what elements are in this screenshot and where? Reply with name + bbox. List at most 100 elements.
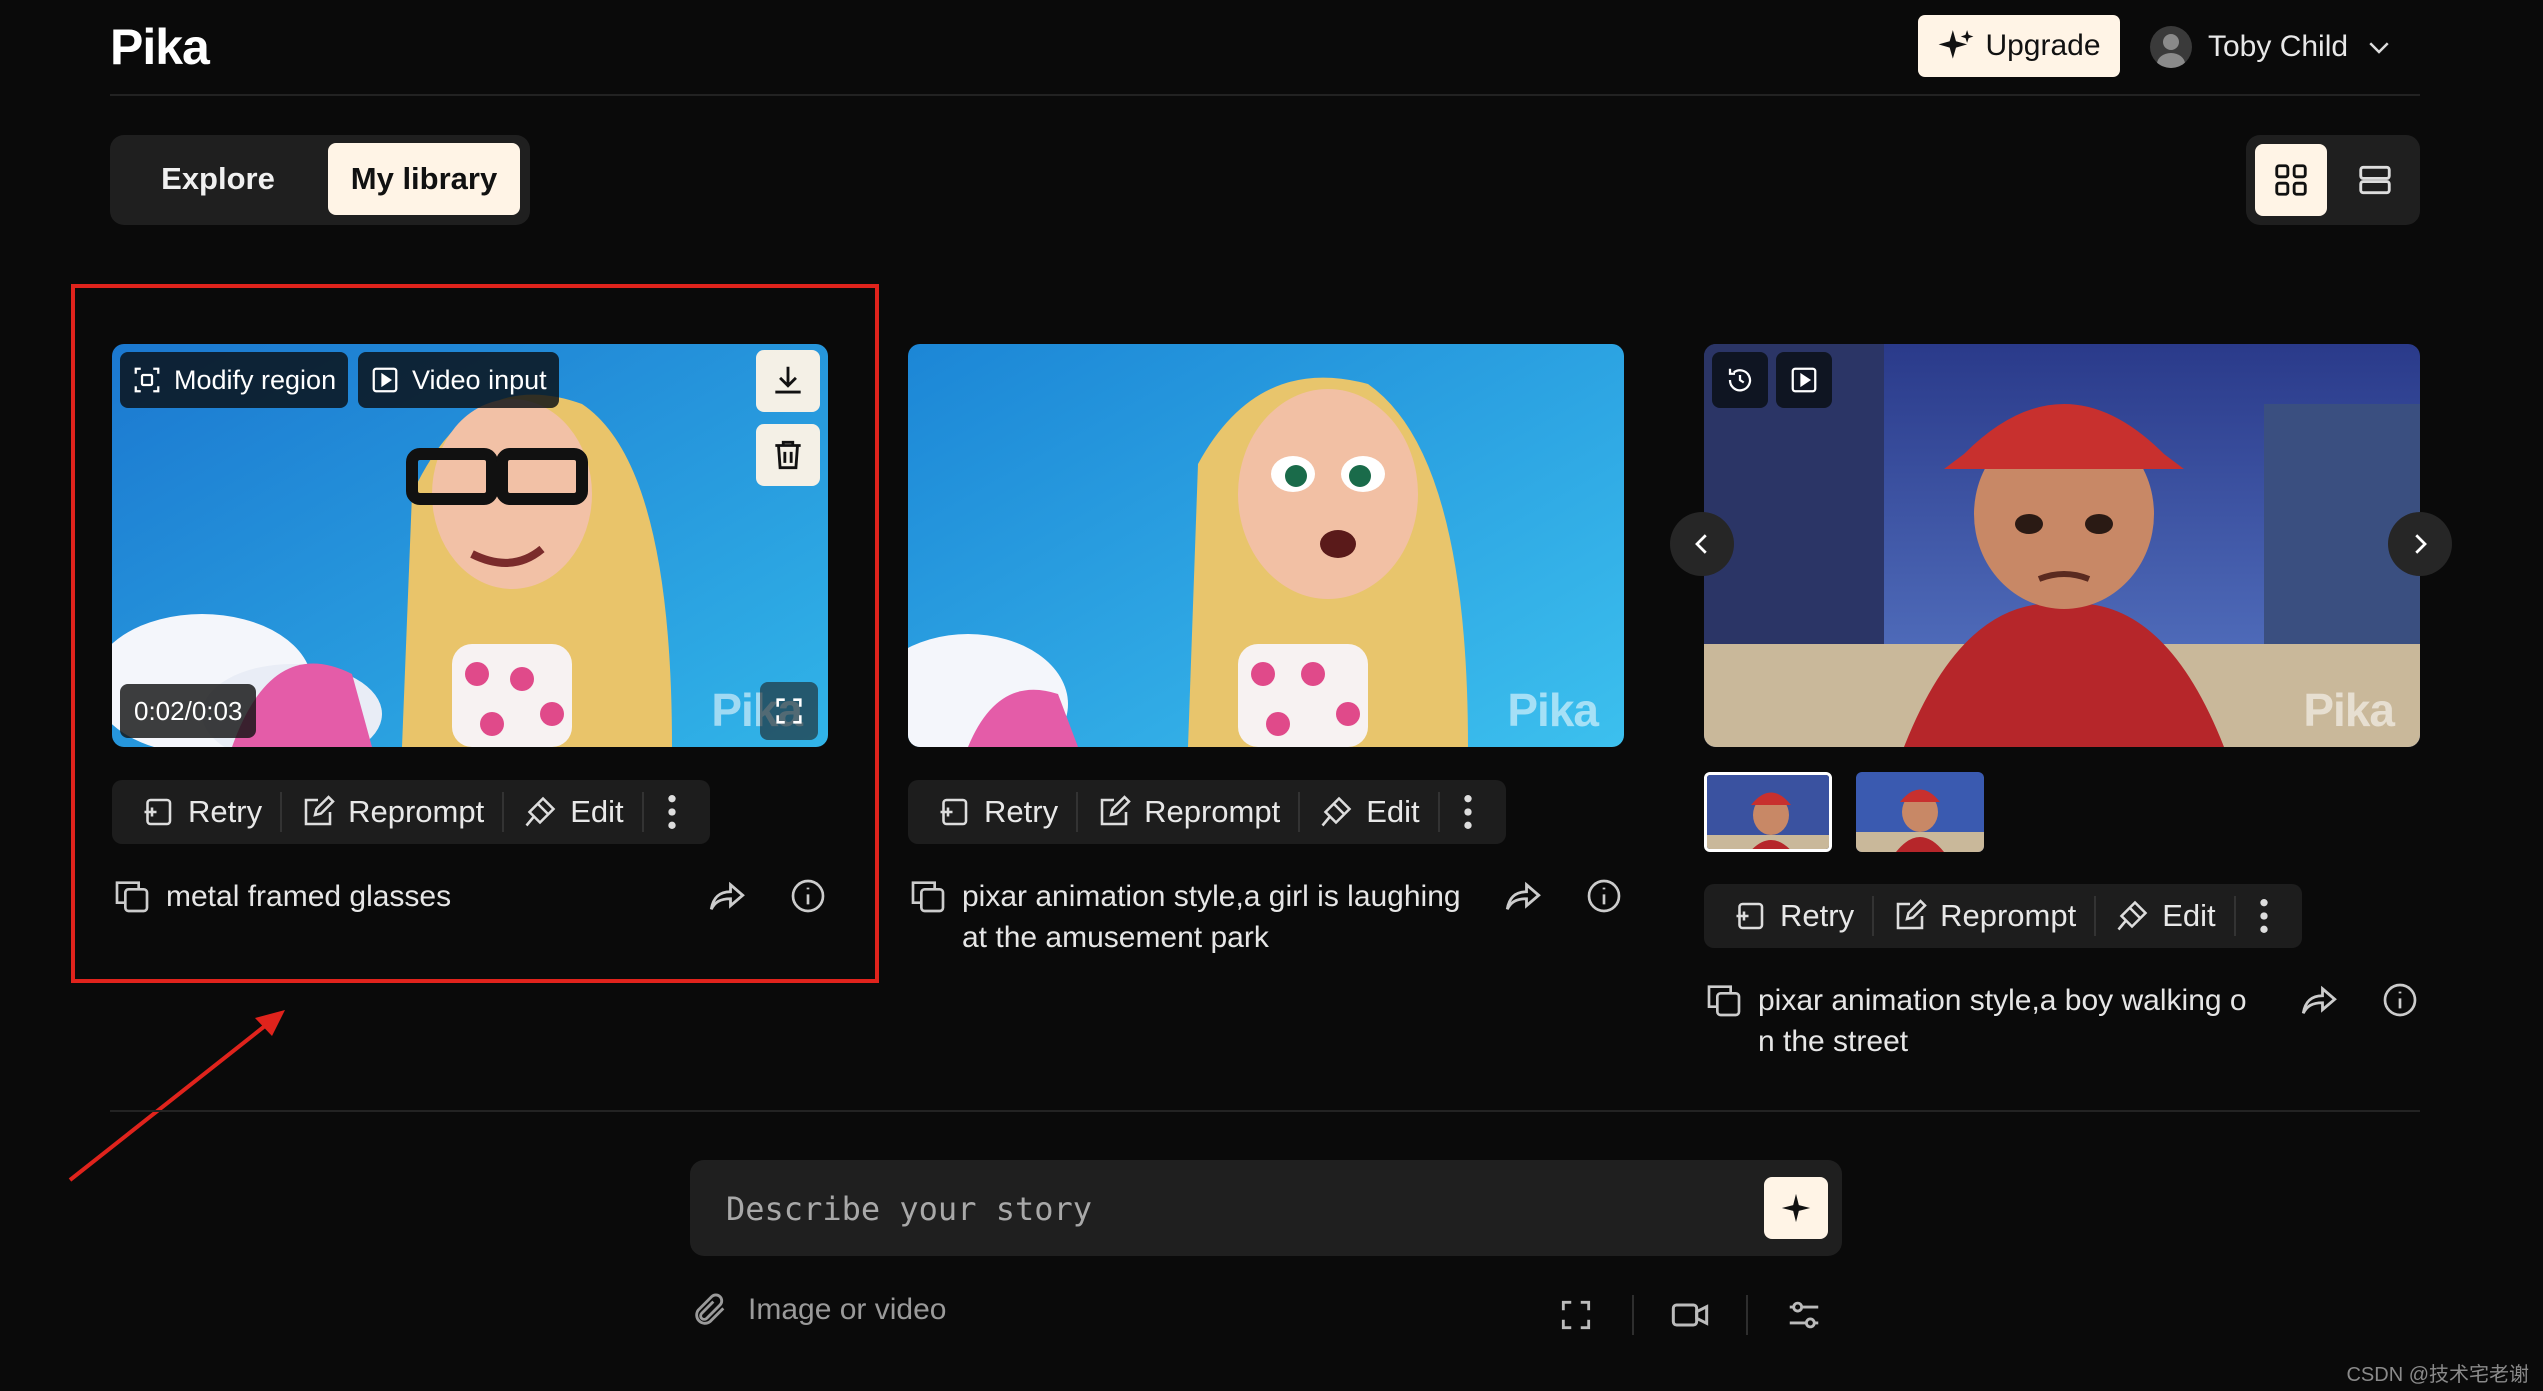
more-options-button[interactable] [644, 792, 700, 832]
previous-button[interactable] [1670, 512, 1734, 576]
prompt-line-2: n the street [1758, 1025, 1909, 1058]
more-options-button[interactable] [2236, 896, 2292, 936]
reprompt-button[interactable]: Reprompt [1874, 884, 2094, 948]
generate-button[interactable] [1764, 1177, 1828, 1239]
copy-icon[interactable] [908, 876, 948, 916]
edit-button[interactable]: Edit [2096, 884, 2233, 948]
grid-view-button[interactable] [2255, 144, 2327, 216]
retry-button[interactable]: Retry [122, 780, 280, 844]
prompt-actions-3 [2298, 980, 2420, 1022]
card-actions-3: Retry Reprompt Edit [1704, 884, 2302, 948]
retry-button[interactable]: Retry [1714, 884, 1872, 948]
paperclip-icon [690, 1290, 730, 1330]
info-icon[interactable] [788, 876, 828, 918]
upgrade-label: Upgrade [1985, 29, 2101, 62]
history-icon [1725, 365, 1755, 395]
edit-pencil-icon [1892, 898, 1928, 934]
attach-media-button[interactable]: Image or video [690, 1290, 946, 1330]
history-button[interactable] [1712, 352, 1768, 408]
camera-control-button[interactable] [1654, 1287, 1726, 1343]
source-watermark: CSDN @技术宅老谢 [2346, 1364, 2529, 1386]
copy-icon[interactable] [1704, 980, 1744, 1020]
reprompt-button[interactable]: Reprompt [282, 780, 502, 844]
retry-label: Retry [188, 794, 263, 829]
video-thumbnail-2[interactable]: Pika [908, 344, 1624, 747]
video-input-button[interactable] [1776, 352, 1832, 408]
user-menu[interactable]: Toby Child [2150, 22, 2394, 72]
frame-icon [1557, 1296, 1595, 1334]
download-button[interactable] [756, 350, 820, 412]
prompt-actions-2 [1502, 876, 1624, 918]
video-camera-icon [1670, 1295, 1710, 1335]
pika-logo[interactable]: Pika [110, 18, 210, 76]
edit-label: Edit [570, 794, 624, 829]
prompt-line-1: pixar animation style,a boy walking o [1758, 984, 2247, 1017]
retry-button[interactable]: Retry [918, 780, 1076, 844]
pika-watermark: Pika [2303, 684, 2395, 736]
aspect-ratio-button[interactable] [1540, 1287, 1612, 1343]
reprompt-button[interactable]: Reprompt [1078, 780, 1298, 844]
prompt-line-2: at the amusement park [962, 921, 1269, 954]
play-square-icon [370, 365, 400, 395]
chevron-left-icon [1687, 529, 1717, 559]
edit-button[interactable]: Edit [504, 780, 641, 844]
sparkle-icon [1779, 1191, 1813, 1225]
next-button[interactable] [2388, 512, 2452, 576]
more-vertical-icon [1460, 792, 1476, 832]
prompt-actions-1 [706, 876, 828, 918]
card-actions-1: Retry Reprompt Edit [112, 780, 710, 844]
magic-brush-icon [1318, 794, 1354, 830]
more-options-button[interactable] [1440, 792, 1496, 832]
modify-region-button[interactable]: Modify region [120, 352, 349, 408]
retry-icon [1732, 898, 1768, 934]
chevron-right-icon [2405, 529, 2435, 559]
prompt-text: metal framed glasses [166, 880, 452, 913]
retry-label: Retry [1780, 898, 1855, 933]
share-icon[interactable] [706, 876, 748, 918]
delete-button[interactable] [756, 424, 820, 486]
tab-explore[interactable]: Explore [118, 143, 318, 215]
library-tabs: Explore My library [110, 135, 530, 225]
list-icon [2356, 161, 2394, 199]
view-toggle [2246, 135, 2420, 225]
tab-my-library[interactable]: My library [328, 143, 520, 215]
edit-button[interactable]: Edit [1300, 780, 1437, 844]
retry-icon [140, 794, 176, 830]
reprompt-label: Reprompt [1940, 898, 2077, 933]
prompt-row-1: metal framed glasses [112, 876, 582, 917]
fullscreen-icon [772, 694, 806, 728]
parameters-button[interactable] [1768, 1287, 1840, 1343]
story-prompt-input[interactable] [724, 1182, 1728, 1236]
video-input-button[interactable]: Video input [358, 352, 559, 408]
copy-icon[interactable] [112, 876, 152, 916]
more-vertical-icon [664, 792, 680, 832]
user-name: Toby Child [2208, 30, 2349, 63]
video-thumbnail-1[interactable]: Modify region Video input 0:02/0:03 Pika [112, 344, 828, 747]
video-input-label: Video input [412, 364, 547, 395]
header-divider [110, 94, 2420, 96]
trash-icon [769, 436, 807, 474]
edit-pencil-icon [1096, 794, 1132, 830]
section-divider [110, 1110, 2420, 1112]
share-icon[interactable] [2298, 980, 2340, 1022]
retry-label: Retry [984, 794, 1059, 829]
video-thumbnail-3[interactable]: Pika [1704, 344, 2420, 747]
share-icon[interactable] [1502, 876, 1544, 918]
upgrade-button[interactable]: Upgrade [1918, 15, 2120, 77]
prompt-line-1: pixar animation style,a girl is laughing [962, 880, 1461, 913]
fullscreen-button[interactable] [760, 682, 818, 740]
reprompt-label: Reprompt [1144, 794, 1281, 829]
info-icon[interactable] [2380, 980, 2420, 1022]
modify-region-label: Modify region [174, 364, 337, 395]
annotation-arrow [60, 1000, 300, 1190]
prompt-composer [690, 1160, 1842, 1256]
list-view-button[interactable] [2339, 144, 2411, 216]
playback-time: 0:02/0:03 [120, 684, 257, 738]
variant-thumbnail-2[interactable] [1856, 772, 1984, 852]
reprompt-label: Reprompt [348, 794, 485, 829]
chevron-down-icon [2364, 32, 2394, 62]
variant-thumbnail-1[interactable] [1704, 772, 1832, 852]
retry-icon [936, 794, 972, 830]
avatar [2150, 26, 2192, 68]
info-icon[interactable] [1584, 876, 1624, 918]
